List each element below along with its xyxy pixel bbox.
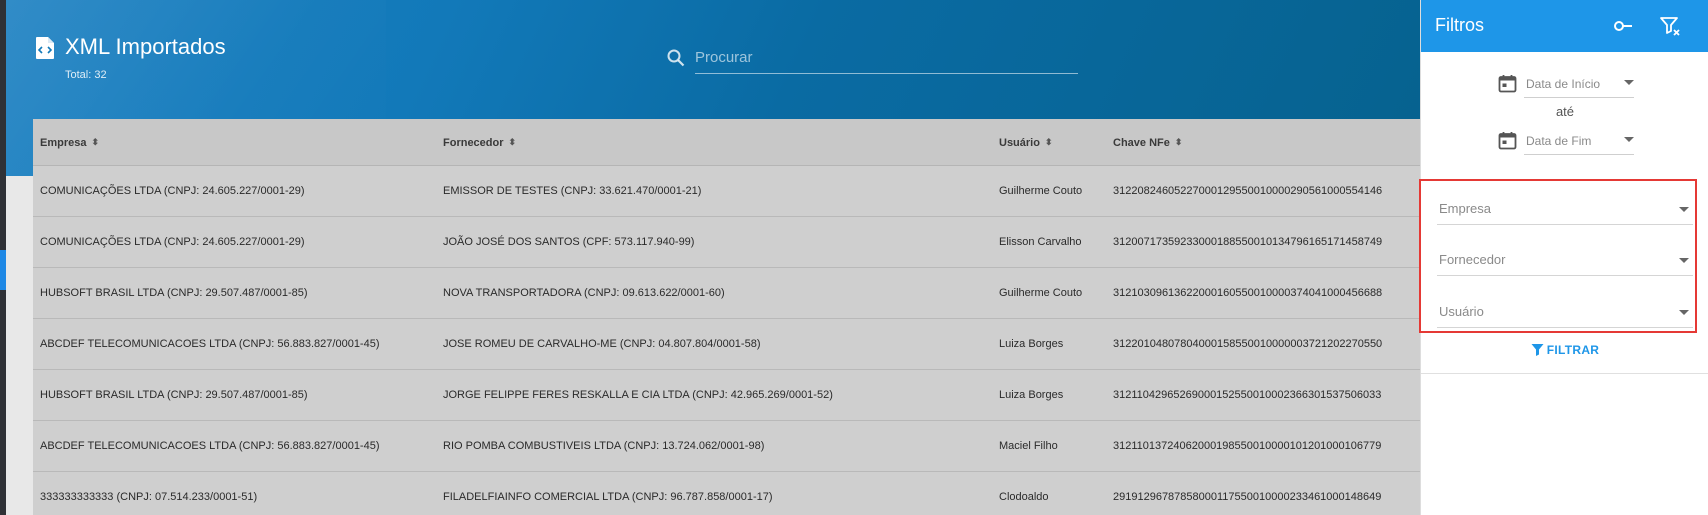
filter-panel-title: Filtros: [1435, 15, 1484, 35]
search-bar: [666, 40, 1078, 76]
table-row[interactable]: COMUNICAÇÕES LTDA (CNPJ: 24.605.227/0001…: [33, 166, 1420, 217]
date-start-row: Data de Início: [1498, 68, 1643, 100]
cell-fornecedor: EMISSOR DE TESTES (CNPJ: 33.621.470/0001…: [443, 185, 702, 197]
chevron-down-icon[interactable]: [1624, 137, 1634, 142]
cell-usuario: Elisson Carvalho: [999, 236, 1082, 248]
cell-chave-nfe: 3121101372406200019855001000010120100010…: [1113, 440, 1382, 452]
cell-usuario: Maciel Filho: [999, 440, 1058, 452]
cell-fornecedor: JORGE FELIPPE FERES RESKALLA E CIA LTDA …: [443, 389, 833, 401]
highlight-box: [1419, 179, 1697, 333]
column-header-chave-nfe[interactable]: Chave NFe ⬍: [1113, 119, 1182, 166]
cell-empresa: HUBSOFT BRASIL LTDA (CNPJ: 29.507.487/00…: [40, 287, 308, 299]
cell-chave-nfe: 2919129678785800011755001000023346100014…: [1113, 491, 1382, 503]
cell-fornecedor: FILADELFIAINFO COMERCIAL LTDA (CNPJ: 96.…: [443, 491, 773, 503]
date-end-field[interactable]: Data de Fim: [1524, 125, 1634, 155]
cell-empresa: COMUNICAÇÕES LTDA (CNPJ: 24.605.227/0001…: [40, 185, 305, 197]
cell-fornecedor: RIO POMBA COMBUSTIVEIS LTDA (CNPJ: 13.72…: [443, 440, 765, 452]
xml-file-icon: [36, 37, 54, 59]
column-header-empresa[interactable]: Empresa ⬍: [40, 119, 99, 166]
filter-icon: [1531, 344, 1544, 356]
column-header-usuario[interactable]: Usuário ⬍: [999, 119, 1053, 166]
search-icon: [667, 49, 685, 67]
search-input[interactable]: [695, 42, 1078, 74]
calendar-icon[interactable]: [1498, 131, 1517, 150]
apply-filter-button[interactable]: FILTRAR: [1421, 343, 1708, 363]
panel-divider: [1421, 373, 1708, 374]
cell-chave-nfe: 3121030961362200016055001000037404100045…: [1113, 287, 1383, 299]
cell-chave-nfe: 3121104296526900015255001000236630153750…: [1113, 389, 1382, 401]
date-range-separator: até: [1555, 104, 1575, 119]
app-window: XML Importados Total: 32 Empresa⬍ Fornec…: [0, 0, 1708, 515]
table-row[interactable]: ABCDEF TELECOMUNICACOES LTDA (CNPJ: 56.8…: [33, 319, 1420, 370]
table-row[interactable]: 333333333333 (CNPJ: 07.514.233/0001-51) …: [33, 472, 1420, 515]
cell-usuario: Luiza Borges: [999, 389, 1064, 401]
table-row[interactable]: HUBSOFT BRASIL LTDA (CNPJ: 29.507.487/00…: [33, 370, 1420, 421]
date-start-field[interactable]: Data de Início: [1524, 68, 1634, 98]
apply-filter-label: FILTRAR: [1546, 343, 1600, 357]
table-row[interactable]: HUBSOFT BRASIL LTDA (CNPJ: 29.507.487/00…: [33, 268, 1420, 319]
chevron-down-icon[interactable]: [1624, 80, 1634, 85]
cell-usuario: Guilherme Couto: [999, 185, 1083, 197]
side-rail-active-item[interactable]: [0, 250, 6, 290]
cell-chave-nfe: 3122082460522700012955001000029056100055…: [1113, 185, 1383, 197]
total-count: Total: 32: [65, 69, 107, 81]
filter-panel-header: Filtros: [1421, 0, 1708, 52]
filter-clear-icon[interactable]: [1658, 14, 1682, 38]
sort-icon[interactable]: ⬍: [1045, 119, 1053, 166]
sort-icon[interactable]: ⬍: [91, 119, 99, 166]
calendar-icon[interactable]: [1498, 74, 1517, 93]
table-header: Empresa ⬍ Fornecedor ⬍ Usuário ⬍ Chave NFe ⬍: [33, 119, 1420, 166]
cell-fornecedor: JOSE ROMEU DE CARVALHO-ME (CNPJ: 04.807.…: [443, 338, 761, 350]
date-end-label: Data de Fim: [1526, 134, 1592, 148]
sort-icon[interactable]: ⬍: [509, 119, 517, 166]
cell-empresa: COMUNICAÇÕES LTDA (CNPJ: 24.605.227/0001…: [40, 236, 305, 248]
cell-usuario: Clodoaldo: [999, 491, 1049, 503]
key-icon[interactable]: [1611, 14, 1635, 38]
cell-empresa: ABCDEF TELECOMUNICACOES LTDA (CNPJ: 56.8…: [40, 338, 380, 350]
cell-fornecedor: NOVA TRANSPORTADORA (CNPJ: 09.613.622/00…: [443, 287, 725, 299]
cell-chave-nfe: 3120071735923300018855001013479616517145…: [1113, 236, 1383, 248]
cell-usuario: Luiza Borges: [999, 338, 1064, 350]
cell-empresa: 333333333333 (CNPJ: 07.514.233/0001-51): [40, 491, 258, 503]
sort-icon[interactable]: ⬍: [1175, 119, 1183, 166]
date-end-row: Data de Fim: [1498, 125, 1643, 157]
cell-fornecedor: JOÃO JOSÉ DOS SANTOS (CPF: 573.117.940-9…: [443, 236, 695, 248]
column-header-fornecedor[interactable]: Fornecedor ⬍: [443, 119, 516, 166]
cell-empresa: HUBSOFT BRASIL LTDA (CNPJ: 29.507.487/00…: [40, 389, 308, 401]
cell-empresa: ABCDEF TELECOMUNICACOES LTDA (CNPJ: 56.8…: [40, 440, 380, 452]
table-row[interactable]: ABCDEF TELECOMUNICACOES LTDA (CNPJ: 56.8…: [33, 421, 1420, 472]
cell-usuario: Guilherme Couto: [999, 287, 1083, 299]
xml-table: Empresa ⬍ Fornecedor ⬍ Usuário ⬍ Chave NFe ⬍…: [33, 119, 1420, 515]
cell-chave-nfe: 3122010480780400015855001000000372120227…: [1113, 338, 1383, 350]
date-start-label: Data de Início: [1526, 77, 1601, 91]
page-title: XML Importados: [65, 34, 226, 59]
table-row[interactable]: COMUNICAÇÕES LTDA (CNPJ: 24.605.227/0001…: [33, 217, 1420, 268]
